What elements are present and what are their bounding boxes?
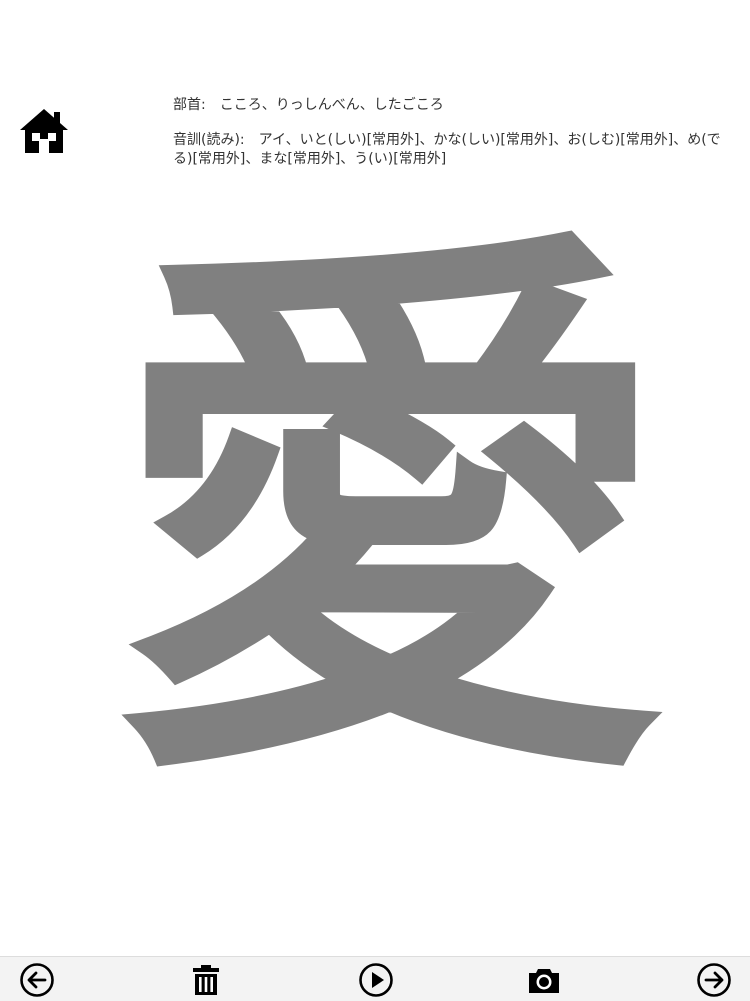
radical-row: 部首: こころ、りっしんべん、したごころ <box>173 96 723 115</box>
camera-button[interactable] <box>526 962 562 998</box>
radical-label: 部首: <box>173 97 206 113</box>
arrow-left-circle-icon <box>20 963 54 997</box>
play-button[interactable] <box>358 962 394 998</box>
play-circle-icon <box>359 963 393 997</box>
back-button[interactable] <box>19 962 55 998</box>
kanji-display[interactable]: 愛 <box>110 215 670 815</box>
kanji-info: 部首: こころ、りっしんべん、したごころ 音訓(読み): アイ、いと(しい)[常用外… <box>173 96 723 169</box>
delete-button[interactable] <box>188 962 224 998</box>
forward-button[interactable] <box>696 962 732 998</box>
bottom-toolbar <box>0 956 750 1001</box>
reading-value: アイ、いと(しい)[常用外]、かな(しい)[常用外]、お(しむ)[常用外]、め(… <box>173 132 721 167</box>
trash-icon <box>193 965 219 995</box>
radical-value: こころ、りっしんべん、したごころ <box>219 97 444 113</box>
home-icon <box>20 109 68 153</box>
reading-row: 音訓(読み): アイ、いと(しい)[常用外]、かな(しい)[常用外]、お(しむ)[… <box>173 131 723 169</box>
camera-icon <box>529 969 559 993</box>
kanji-character: 愛 <box>110 186 670 844</box>
arrow-right-circle-icon <box>697 963 731 997</box>
home-button[interactable] <box>18 106 70 156</box>
reading-label: 音訓(読み): <box>173 132 245 148</box>
